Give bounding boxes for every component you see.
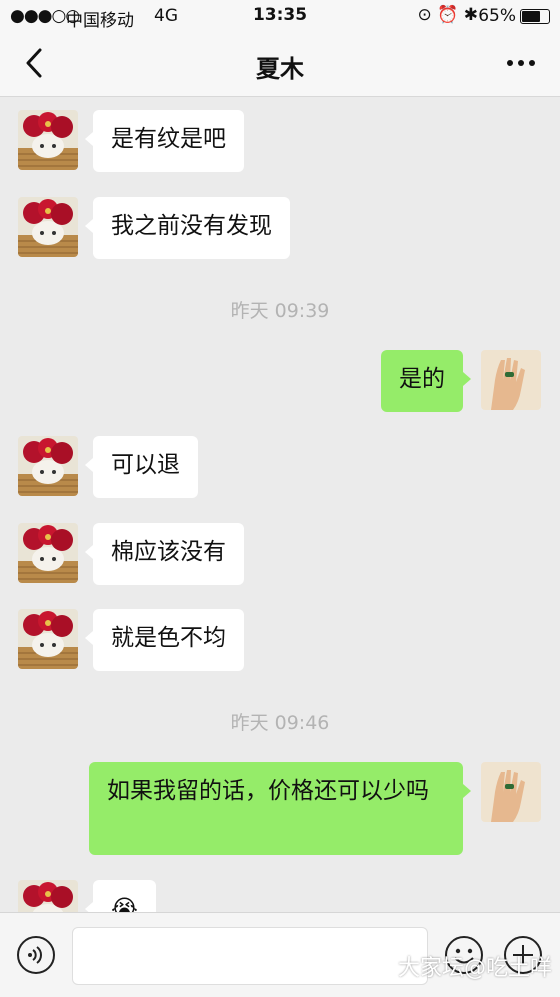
status-icons: ⊙ ⏰ ✱ xyxy=(418,5,478,25)
outgoing-message[interactable]: 是的 xyxy=(381,350,471,412)
battery-level xyxy=(522,11,541,22)
battery-icon xyxy=(520,9,550,24)
chat-title: 夏木 xyxy=(256,55,304,83)
incoming-message[interactable]: 就是色不均 xyxy=(85,609,244,671)
rotation-lock-icon: ⊙ xyxy=(417,5,432,25)
alarm-icon: ⏰ xyxy=(437,5,459,25)
incoming-message[interactable]: 我之前没有发现 xyxy=(85,197,290,259)
my-avatar[interactable] xyxy=(481,350,541,410)
timestamp: 昨天 09:46 xyxy=(230,712,330,734)
contact-avatar[interactable] xyxy=(18,197,78,257)
contact-avatar[interactable] xyxy=(18,609,78,669)
outgoing-message[interactable]: 如果我留的话，价格还可以少吗 xyxy=(89,762,471,855)
contact-avatar[interactable] xyxy=(18,436,78,496)
watermark: 大家坛@吃土咩 xyxy=(397,956,552,981)
timestamp: 昨天 09:39 xyxy=(230,300,330,322)
contact-avatar[interactable] xyxy=(18,110,78,170)
incoming-message[interactable]: 是有纹是吧 xyxy=(85,110,244,172)
my-avatar[interactable] xyxy=(481,762,541,822)
chat-header: 夏木 xyxy=(0,32,560,97)
voice-icon[interactable] xyxy=(16,935,56,975)
incoming-message[interactable]: 棉应该没有 xyxy=(85,523,244,585)
message-input[interactable] xyxy=(72,927,428,985)
more-dots-icon[interactable] xyxy=(504,46,538,80)
status-bar: ●●●○○ 中国移动 4G 13:35 ⊙ ⏰ ✱ 65% xyxy=(0,0,560,32)
battery-percent: 65% xyxy=(478,6,516,26)
contact-avatar[interactable] xyxy=(18,523,78,583)
bluetooth-icon: ✱ xyxy=(463,5,478,25)
incoming-message[interactable]: 可以退 xyxy=(85,436,198,498)
